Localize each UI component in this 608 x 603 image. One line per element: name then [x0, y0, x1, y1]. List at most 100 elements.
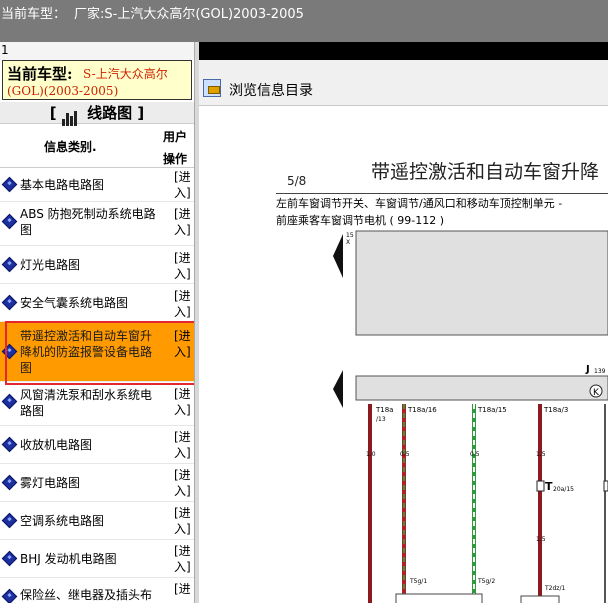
enter-link-line1: [进 — [174, 544, 191, 558]
side-mark-x: X — [346, 239, 350, 246]
enter-link-line2: 入] — [174, 305, 191, 319]
connector-label: T — [545, 480, 553, 493]
selection-highlight-box — [5, 321, 206, 385]
pin-label: T18a/15 — [477, 406, 507, 414]
content-pane: 浏览信息目录 带遥控激活和自动车窗升降 5/8 左前车窗调节开关、车窗调节/通风… — [199, 42, 608, 603]
list-item-label: 基本电路电路图 — [20, 178, 105, 192]
pin-label-bottom: T2dz/1 — [544, 585, 565, 592]
connector-box-right — [603, 480, 608, 492]
column-header: 信息类别. 用户操作 — [0, 124, 194, 168]
wire-size: 1.5 — [536, 451, 546, 458]
title-value: 厂家:S-上汽大众高尔(GOL)2003-2005 — [74, 7, 304, 22]
wire-size: 1.0 — [366, 451, 376, 458]
enter-link-line2: 入] — [174, 484, 191, 498]
diamond-bullet-icon — [1, 588, 18, 603]
diamond-bullet-icon — [1, 213, 18, 230]
list-item-fog-lamp[interactable]: 雾灯电路图 [进入] — [0, 464, 194, 502]
diamond-bullet-icon — [1, 256, 18, 273]
diamond-bullet-icon — [1, 176, 18, 193]
list-item-basic-circuit[interactable]: 基本电路电路图 [进入] — [0, 168, 194, 202]
list-item-label: 雾灯电路图 — [20, 476, 81, 490]
previous-arrow-icon[interactable] — [333, 234, 343, 278]
list-item-wiper-washer[interactable]: 风窗清洗泵和刮水系统电 路图 [进 入] — [0, 382, 194, 426]
enter-link-line1: [进 — [174, 506, 191, 520]
wire-size: 0.5 — [400, 451, 410, 458]
list-item-lighting[interactable]: 灯光电路图 [进入] — [0, 246, 194, 284]
folder-search-icon — [203, 79, 221, 97]
enter-link[interactable]: [进 — [174, 581, 194, 597]
page-index: 1 — [0, 42, 194, 60]
enter-link-line1: [进 — [174, 170, 191, 184]
list-item-fuse-relay[interactable]: 保险丝、继电器及插头布 [进 — [0, 578, 194, 603]
enter-link-line1: [进 — [174, 430, 191, 444]
column-category-label: 信息类别. — [44, 140, 97, 154]
wiring-drawing: 15 X J 139 K T18a /13 T18a/16 T18a/15 T1… — [333, 230, 608, 603]
enter-link[interactable]: [进入] — [174, 543, 194, 575]
section-bracket-close: ] — [137, 104, 145, 122]
current-model-value-line2: (GOL)(2003-2005) — [7, 84, 119, 98]
diamond-bullet-icon — [1, 294, 18, 311]
list-item-label: ABS 防抱死制动系统电路图 — [20, 206, 170, 238]
list-item-abs[interactable]: ABS 防抱死制动系统电路图 [进入] — [0, 202, 194, 246]
enter-link-line1: [进 — [174, 251, 191, 265]
enter-link-line2: 入] — [174, 446, 191, 460]
column-user-op-line2: 操作 — [163, 152, 188, 166]
enter-link[interactable]: [进入] — [174, 467, 194, 499]
list-item-airbag[interactable]: 安全气囊系统电路图 [进 入] — [0, 284, 194, 322]
list-item-bhj-engine[interactable]: BHJ 发动机电路图 [进入] — [0, 540, 194, 578]
section-header: [ 线路图 ] — [0, 102, 194, 126]
bar-chart-icon — [61, 104, 78, 126]
enter-link[interactable]: [进入] — [174, 206, 194, 238]
window-title-bar: 当前车型： 厂家:S-上汽大众高尔(GOL)2003-2005 — [0, 0, 608, 42]
enter-link[interactable]: [进入] — [174, 169, 194, 201]
list-item-label: 空调系统电路图 — [20, 514, 105, 528]
diamond-bullet-icon — [1, 474, 18, 491]
column-user-op-line1: 用户 — [163, 130, 188, 144]
list-item-label: BHJ 发动机电路图 — [20, 552, 117, 566]
connector-sub: 20a/15 — [553, 486, 574, 493]
enter-link-line1: [进 — [174, 582, 191, 596]
list-item-label: 风窗清洗泵和刮水系统电 路图 — [20, 387, 170, 419]
list-item-label: 灯光电路图 — [20, 258, 81, 272]
enter-link-line1: [进 — [174, 468, 191, 482]
section-title: 线路图 — [87, 104, 133, 122]
enter-link[interactable]: [进入] — [174, 288, 194, 320]
enter-link[interactable]: [进入] — [174, 250, 194, 282]
enter-link-line2: 入] — [174, 186, 191, 200]
enter-link-line2: 入] — [174, 267, 191, 281]
previous-arrow-icon[interactable] — [333, 370, 343, 408]
diamond-bullet-icon — [1, 512, 18, 529]
current-model-value-line1: S-上汽大众高尔 — [83, 67, 168, 81]
enter-link-line1: [进 — [174, 387, 191, 401]
browse-catalog-label: 浏览信息目录 — [229, 83, 313, 99]
enter-link-line2: 入] — [174, 560, 191, 574]
pin-label-bottom: T5g/1 — [409, 578, 427, 585]
current-model-box: 当前车型: S-上汽大众高尔 (GOL)(2003-2005) — [2, 60, 192, 100]
enter-link-line1: [进 — [174, 289, 191, 303]
control-unit-sub: 139 — [594, 368, 606, 375]
list-item-label: 保险丝、继电器及插头布 — [20, 588, 153, 602]
pin-label: T18a — [375, 406, 393, 414]
connector-box — [536, 480, 545, 492]
diamond-bullet-icon — [1, 393, 18, 410]
side-mark-15: 15 — [346, 232, 354, 239]
list-item-air-conditioning[interactable]: 空调系统电路图 [进 入] — [0, 502, 194, 540]
upper-component-block — [355, 230, 608, 336]
wiring-diagram: 带遥控激活和自动车窗升降 5/8 左前车窗调节开关、车窗调节/通风口和移动车顶控… — [199, 106, 608, 603]
enter-link-line1: [进 — [174, 207, 191, 221]
list-item-label-line1: ABS 防抱死制动系统电路 — [20, 207, 156, 221]
control-unit-block — [355, 375, 608, 401]
content-top-bar — [199, 42, 608, 60]
list-item-radio[interactable]: 收放机电路图 [进 入] — [0, 426, 194, 464]
bottom-component-block — [520, 595, 560, 603]
enter-link[interactable]: [进入] — [174, 429, 194, 461]
enter-link[interactable]: [进 入] — [174, 505, 194, 537]
content-toolbar: 浏览信息目录 — [199, 60, 608, 106]
pin-label-bottom: T5g/2 — [477, 578, 495, 585]
enter-link-line2: 入] — [174, 223, 191, 237]
section-bracket-open: [ — [49, 104, 57, 122]
enter-link[interactable]: [进 入] — [174, 386, 194, 418]
list-item-label-line2: 图 — [20, 223, 33, 237]
title-label: 当前车型： — [1, 7, 67, 22]
pin-sub-label: /13 — [376, 416, 386, 423]
